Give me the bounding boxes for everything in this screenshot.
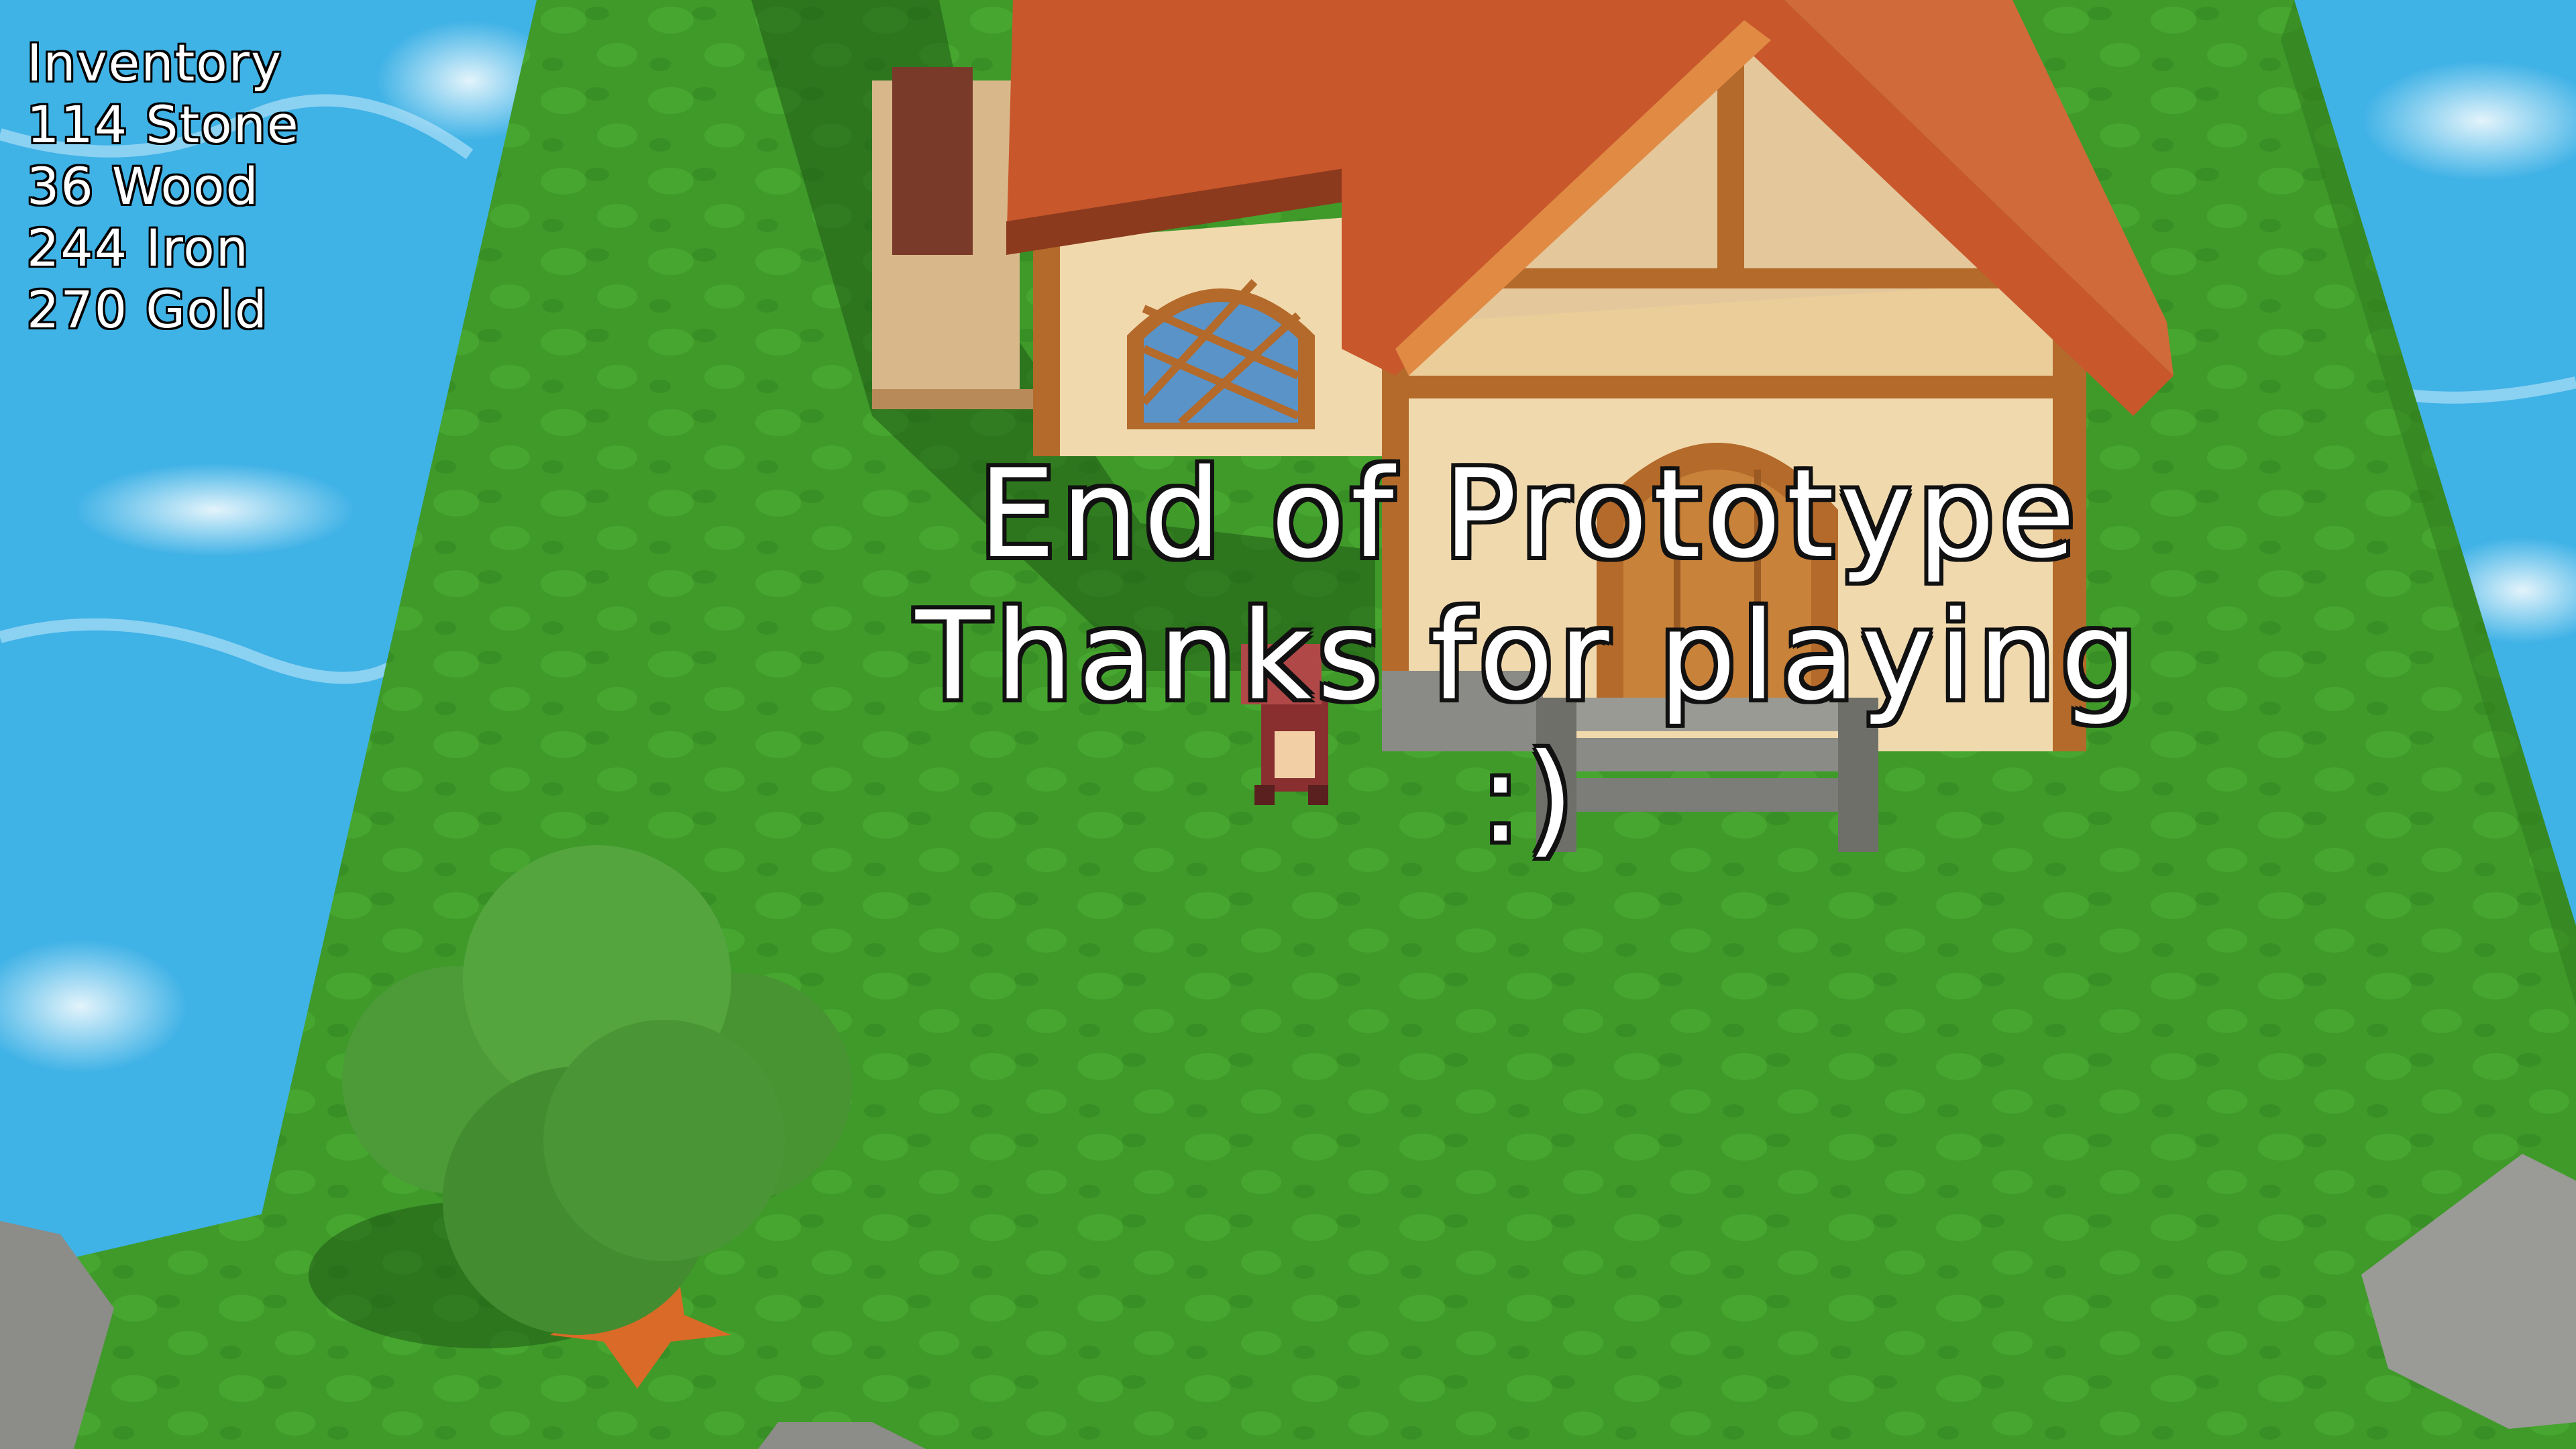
- end-title: End of Prototype: [978, 443, 2081, 585]
- end-thanks: Thanks for playing: [915, 585, 2144, 727]
- inventory-item-iron: 244 Iron: [27, 218, 250, 278]
- end-smiley: :): [1479, 727, 1580, 869]
- inventory-title: Inventory: [27, 33, 283, 93]
- end-of-prototype-message: End of Prototype Thanks for playing :): [859, 443, 2200, 869]
- inventory-panel: Inventory 114 Stone 36 Wood 244 Iron 270…: [27, 32, 300, 341]
- inventory-item-stone: 114 Stone: [27, 95, 300, 154]
- inventory-item-wood: 36 Wood: [27, 156, 260, 216]
- inventory-item-gold: 270 Gold: [27, 280, 268, 339]
